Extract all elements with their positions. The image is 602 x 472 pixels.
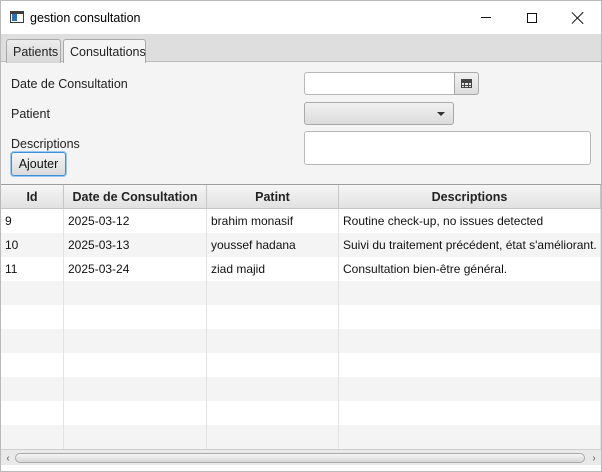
descriptions-input[interactable] — [304, 131, 591, 165]
tab-consultations[interactable]: Consultations — [63, 39, 146, 63]
minimize-button[interactable] — [463, 1, 509, 34]
empty-table-row — [1, 305, 601, 329]
patient-select[interactable] — [304, 102, 454, 125]
date-label: Date de Consultation — [11, 77, 128, 91]
add-button[interactable]: Ajouter — [11, 152, 66, 176]
window-title: gestion consultation — [30, 11, 141, 25]
cell-description: Suivi du traitement précédent, état s'am… — [339, 233, 601, 257]
tab-bar: Patients Consultations — [1, 34, 601, 63]
cell-id: 9 — [1, 209, 64, 233]
date-input[interactable] — [304, 72, 455, 95]
column-header-date[interactable]: Date de Consultation — [64, 185, 207, 209]
empty-table-row — [1, 401, 601, 425]
table-row[interactable]: 9 2025-03-12 brahim monasif Routine chec… — [1, 209, 601, 233]
empty-table-row — [1, 377, 601, 401]
app-window: gestion consultation Patients Consultati… — [0, 0, 602, 472]
table-row[interactable]: 11 2025-03-24 ziad majid Consultation bi… — [1, 257, 601, 281]
calendar-icon — [461, 79, 472, 88]
title-bar[interactable]: gestion consultation — [1, 1, 601, 34]
horizontal-scrollbar[interactable]: ‹ › — [1, 449, 601, 465]
cell-date: 2025-03-12 — [64, 209, 207, 233]
empty-table-row — [1, 353, 601, 377]
cell-description: Routine check-up, no issues detected — [339, 209, 601, 233]
cell-description: Consultation bien-être général. — [339, 257, 601, 281]
scroll-left-icon[interactable]: ‹ — [1, 450, 15, 466]
empty-table-row — [1, 425, 601, 449]
minimize-icon — [481, 17, 491, 18]
empty-table-row — [1, 281, 601, 305]
patient-label: Patient — [11, 107, 50, 121]
table-header: Id Date de Consultation Patint Descripti… — [1, 185, 601, 209]
chevron-down-icon — [437, 112, 445, 116]
app-window-icon — [10, 11, 24, 23]
cell-id: 11 — [1, 257, 64, 281]
maximize-icon — [527, 12, 537, 23]
close-icon — [572, 12, 584, 24]
scrollbar-thumb[interactable] — [15, 453, 585, 463]
cell-patient: ziad majid — [207, 257, 339, 281]
maximize-button[interactable] — [509, 1, 555, 34]
empty-table-row — [1, 329, 601, 353]
cell-patient: brahim monasif — [207, 209, 339, 233]
consultations-table[interactable]: Id Date de Consultation Patint Descripti… — [1, 184, 601, 471]
cell-date: 2025-03-24 — [64, 257, 207, 281]
close-button[interactable] — [555, 1, 601, 34]
tab-patients[interactable]: Patients — [6, 39, 61, 63]
table-body: 9 2025-03-12 brahim monasif Routine chec… — [1, 209, 601, 449]
column-header-id[interactable]: Id — [1, 185, 64, 209]
scroll-right-icon[interactable]: › — [587, 450, 601, 466]
cell-id: 10 — [1, 233, 64, 257]
column-header-patient[interactable]: Patint — [207, 185, 339, 209]
descriptions-label: Descriptions — [11, 137, 80, 151]
column-header-descriptions[interactable]: Descriptions — [339, 185, 601, 209]
cell-patient: youssef hadana — [207, 233, 339, 257]
table-row[interactable]: 10 2025-03-13 youssef hadana Suivi du tr… — [1, 233, 601, 257]
calendar-button[interactable] — [454, 72, 479, 95]
cell-date: 2025-03-13 — [64, 233, 207, 257]
